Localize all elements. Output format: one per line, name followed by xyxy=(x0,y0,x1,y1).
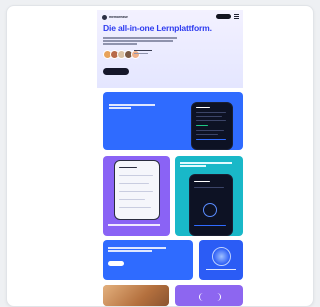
bracket-icon xyxy=(199,293,221,301)
avatar-group xyxy=(103,50,140,59)
hero-subtitle-placeholder xyxy=(103,37,181,45)
ui-bar xyxy=(119,191,153,193)
ui-bar xyxy=(196,134,218,136)
login-button[interactable] xyxy=(216,14,231,19)
ui-bar xyxy=(196,125,208,127)
feature-tile-blue[interactable] xyxy=(103,92,243,150)
sparkle-orb-icon xyxy=(212,247,231,266)
tile-text-placeholder xyxy=(109,104,155,109)
hamburger-icon[interactable] xyxy=(234,14,239,19)
preview-card: memorease Die all-in-one Lernplattform. xyxy=(6,5,314,307)
ui-bar xyxy=(119,175,153,177)
phone-mockup xyxy=(191,102,233,150)
tile-text-placeholder xyxy=(108,224,160,226)
logo-text: memorease xyxy=(109,15,128,19)
feature-tile-blue-wide[interactable] xyxy=(103,240,193,280)
tile-text-placeholder xyxy=(206,269,236,271)
brand-logo[interactable]: memorease xyxy=(102,14,128,20)
feature-tile-purple-bottom[interactable] xyxy=(175,285,243,306)
logo-mark-icon xyxy=(102,14,107,20)
phone-mockup xyxy=(114,160,160,220)
progress-ring-icon xyxy=(203,203,217,217)
hero-title: Die all-in-one Lernplattform. xyxy=(103,23,212,33)
tile-text-placeholder xyxy=(108,247,166,252)
ui-bar xyxy=(196,107,210,109)
ui-bar xyxy=(119,183,149,185)
ui-bar xyxy=(194,187,224,189)
rating-text-placeholder xyxy=(134,50,152,54)
ui-bar xyxy=(196,112,226,114)
ui-bar xyxy=(196,139,226,141)
feature-tile-photo[interactable] xyxy=(103,285,169,306)
ui-bar xyxy=(196,116,222,118)
tile-button[interactable] xyxy=(108,261,124,266)
feature-tile-blue-small[interactable] xyxy=(199,240,243,280)
ui-bar xyxy=(194,181,210,183)
photo-image xyxy=(103,285,169,306)
ui-bar xyxy=(119,199,145,201)
hero-section: memorease Die all-in-one Lernplattform. xyxy=(97,10,243,88)
feature-tile-teal[interactable] xyxy=(175,156,243,236)
ui-bar xyxy=(196,120,226,122)
feature-tile-purple[interactable] xyxy=(103,156,170,236)
phone-mockup xyxy=(189,174,233,236)
landing-page-thumbnail[interactable]: memorease Die all-in-one Lernplattform. xyxy=(97,10,243,306)
tile-text-placeholder xyxy=(180,162,232,167)
ui-bar xyxy=(119,167,137,169)
ui-bar xyxy=(119,207,151,209)
cta-button[interactable] xyxy=(103,68,129,75)
ui-bar xyxy=(194,225,226,227)
ui-bar xyxy=(196,130,224,132)
